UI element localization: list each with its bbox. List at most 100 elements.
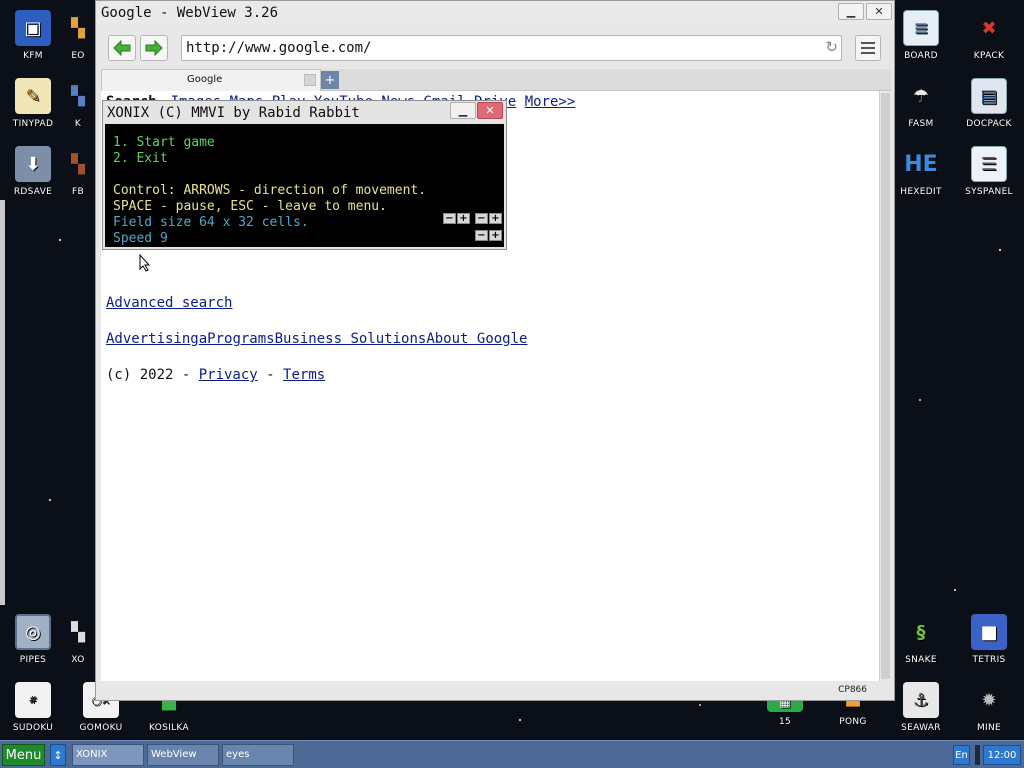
snake-icon: § (916, 621, 926, 643)
app-icon: ▚ (71, 85, 85, 107)
tab-google[interactable]: Google (101, 69, 321, 91)
desktop-icon-kpack[interactable]: ✖ KPACK (957, 2, 1021, 68)
task-switch-button[interactable]: ↕ (50, 744, 66, 766)
desktop-icon-hexedit[interactable]: HE HEXEDIT (889, 138, 953, 204)
space-info: SPACE - pause, ESC - leave to menu. (113, 199, 387, 214)
menu-exit[interactable]: 2. Exit (113, 151, 168, 167)
field-size-info: Field size 64 x 32 cells. (113, 215, 309, 230)
minimize-button[interactable]: ▁ (838, 3, 864, 20)
board-icon: ≡ (903, 10, 939, 46)
desktop-icon-docpack[interactable]: ▤ DOCPACK (957, 70, 1021, 136)
business-solutions-link[interactable]: Business Solutions (275, 331, 427, 347)
field-width-increase-button[interactable]: + (457, 213, 470, 224)
book-icon: ▚ (71, 153, 85, 175)
close-icon: ✕ (874, 5, 884, 18)
url-input[interactable]: http://www.google.com/ ↻ (181, 35, 842, 61)
hamburger-icon (861, 42, 875, 44)
xonix-console[interactable]: 1. Start game 2. Exit Control: ARROWS - … (105, 124, 504, 247)
desktop-icon-k-partial[interactable]: ▚ K (58, 70, 98, 136)
left-panel-edge (0, 200, 5, 605)
menu-start-game[interactable]: 1. Start game (113, 135, 215, 151)
control-info: Control: ARROWS - direction of movement. (113, 183, 427, 198)
minimize-icon: ▁ (458, 104, 468, 117)
ramdisk-save-icon: ⬇ (15, 146, 51, 182)
taskbar-item-webview[interactable]: WebView (147, 744, 219, 766)
tab-close-icon[interactable] (304, 74, 316, 86)
arrow-left-icon (113, 40, 131, 56)
desktop-icon-fb-partial[interactable]: ▚ FB (58, 138, 98, 204)
xonix-icon: ▚ (71, 621, 85, 643)
new-tab-button[interactable]: + (321, 71, 339, 89)
about-google-link[interactable]: About Google (426, 331, 527, 347)
sudoku-icon: # (15, 682, 51, 718)
kpack-icon: ✖ (981, 17, 997, 39)
hexedit-icon: HE (904, 151, 938, 177)
speed-increase-button[interactable]: + (489, 230, 502, 241)
window-title: Google - WebView 3.26 (101, 5, 279, 21)
forward-button[interactable] (140, 35, 168, 61)
taskbar: Menu ↕ XONIX WebView eyes En 12:00 (0, 740, 1024, 768)
advanced-search-link[interactable]: Advanced search (106, 295, 232, 311)
desktop-icon-snake[interactable]: § SNAKE (889, 606, 953, 672)
taskbar-item-xonix[interactable]: XONIX (72, 744, 144, 766)
pipes-game-icon: ◎ (15, 614, 51, 650)
tab-bar: Google + (101, 69, 891, 91)
hamburger-menu-button[interactable] (855, 35, 881, 61)
language-indicator[interactable]: En (953, 745, 970, 765)
plus-icon: + (324, 72, 336, 88)
speed-decrease-button[interactable]: − (475, 230, 488, 241)
terms-link[interactable]: Terms (283, 367, 325, 383)
desktop-icon-kfm[interactable]: ▣ KFM (1, 2, 65, 68)
desktop-icon-xo-partial[interactable]: ▚ XO (58, 606, 98, 672)
field-height-decrease-button[interactable]: − (475, 213, 488, 224)
close-icon: ✕ (485, 104, 495, 117)
encoding-label[interactable]: CP866 (838, 685, 867, 695)
clock[interactable]: 12:00 (983, 745, 1021, 765)
nav-link-more[interactable]: More>> (525, 94, 576, 110)
privacy-link[interactable]: Privacy (199, 367, 258, 383)
xonix-minimize-button[interactable]: ▁ (450, 102, 476, 119)
vertical-scrollbar[interactable] (879, 91, 891, 681)
desktop-icon-rdsave[interactable]: ⬇ RDSAVE (1, 138, 65, 204)
tetris-icon: ■ (971, 614, 1007, 650)
scrollbar-thumb[interactable] (881, 93, 890, 679)
taskbar-item-eyes[interactable]: eyes (222, 744, 294, 766)
desktop-icon-pipes[interactable]: ◎ PIPES (1, 606, 65, 672)
footer-links: AdvertisingaProgramsBusiness SolutionsAb… (106, 331, 527, 347)
browser-toolbar: http://www.google.com/ ↻ (96, 25, 894, 69)
fasm-icon: ☂ (912, 85, 930, 107)
desktop-icon-syspanel[interactable]: ☰ SYSPANEL (957, 138, 1021, 204)
desktop-icon-mine[interactable]: ✹ MINE (957, 674, 1021, 740)
copyright-row: (c) 2022 - Privacy - Terms (106, 367, 325, 383)
floppy-icon: ▣ (15, 10, 51, 46)
seawar-icon: ⚓ (903, 682, 939, 718)
up-down-arrows-icon: ↕ (53, 748, 63, 762)
syspanel-icon: ☰ (971, 146, 1007, 182)
desktop-icon-board[interactable]: ≡ BOARD (889, 2, 953, 68)
start-menu-button[interactable]: Menu (2, 744, 45, 766)
desktop-icon-seawar[interactable]: ⚓ SEAWAR (889, 674, 953, 740)
mouse-cursor-icon (139, 254, 151, 272)
field-height-increase-button[interactable]: + (489, 213, 502, 224)
separator-dash: - (257, 367, 284, 383)
desktop-icon-fasm[interactable]: ☂ FASM (889, 70, 953, 136)
desktop-icon-sudoku[interactable]: # SUDOKU (1, 674, 65, 740)
webview-titlebar[interactable]: Google - WebView 3.26 ▁ ✕ (96, 1, 894, 25)
tray-separator (975, 745, 980, 765)
xonix-close-button[interactable]: ✕ (477, 102, 503, 119)
refresh-icon[interactable]: ↻ (825, 38, 838, 56)
field-width-decrease-button[interactable]: − (443, 213, 456, 224)
arrow-right-icon (145, 40, 163, 56)
back-button[interactable] (108, 35, 136, 61)
desktop-icon-eo-partial[interactable]: ▚ EO (58, 2, 98, 68)
desktop-icon-tetris[interactable]: ■ TETRIS (957, 606, 1021, 672)
notepad-icon: ✎ (15, 78, 51, 114)
programs-link[interactable]: Programs (207, 331, 274, 347)
xonix-title: XONIX (C) MMVI by Rabid Rabbit (107, 105, 360, 121)
advertising-link[interactable]: Advertising (106, 331, 199, 347)
close-button[interactable]: ✕ (866, 3, 892, 20)
copyright-text: (c) 2022 - (106, 367, 199, 383)
speed-info: Speed 9 (113, 231, 168, 246)
a-link[interactable]: a (199, 331, 207, 347)
desktop-icon-tinypad[interactable]: ✎ TINYPAD (1, 70, 65, 136)
